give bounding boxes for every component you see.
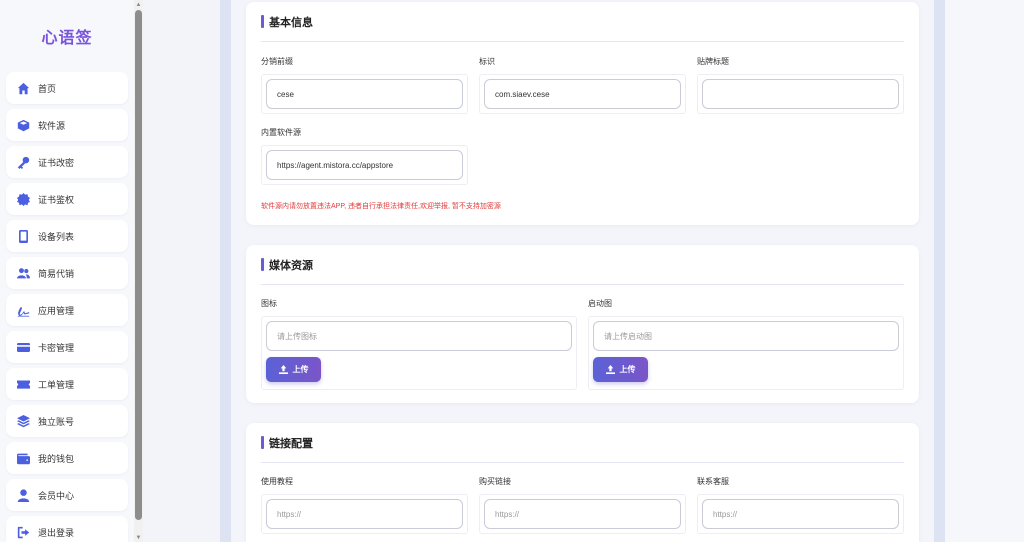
field-prefix: 分销前缀 cese [261, 54, 468, 114]
user-icon [16, 488, 30, 502]
signature-icon [16, 303, 30, 317]
field-label: 使用教程 [261, 477, 293, 486]
sidebar-item-label: 工单管理 [38, 379, 75, 390]
splash-upload-input[interactable]: 请上传启动图 [593, 321, 899, 351]
tutorial-link-input[interactable]: https:// [266, 499, 463, 529]
sidebar-item-label: 简易代销 [38, 268, 75, 279]
icon-upload-button[interactable]: 上传 [266, 357, 321, 382]
app-logo: 心语签 [41, 30, 93, 47]
sidebar-item-label: 证书鉴权 [38, 194, 75, 205]
field-label: 分销前缀 [261, 57, 293, 66]
sidebar-item-cert-auth[interactable]: 证书鉴权 [6, 183, 128, 215]
field-splash-upload: 启动图 请上传启动图 上传 [588, 296, 904, 390]
mobile-icon [16, 229, 30, 243]
key-icon [16, 155, 30, 169]
wallet-icon [16, 451, 30, 465]
sidebar-item-independent-account[interactable]: 独立账号 [6, 405, 128, 437]
certificate-icon [16, 192, 30, 206]
layers-icon [16, 414, 30, 428]
right-background [945, 0, 1024, 542]
section-title-basic-info: 基本信息 [261, 2, 904, 42]
field-box: com.siaev.cese [479, 74, 686, 114]
sidebar-item-label: 应用管理 [38, 305, 75, 316]
sidebar-item-my-wallet[interactable]: 我的钱包 [6, 442, 128, 474]
sidebar-item-label: 会员中心 [38, 490, 75, 501]
field-box: https:// [261, 494, 468, 534]
sidebar-item-member-center[interactable]: 会员中心 [6, 479, 128, 511]
media-card: 媒体资源 图标 请上传图标 上传 启动图 请上传启动图 上传 [246, 245, 919, 403]
icon-upload-input[interactable]: 请上传图标 [266, 321, 572, 351]
sidebar-item-home[interactable]: 首页 [6, 72, 128, 104]
field-purchase: 购买链接 https:// [479, 474, 686, 534]
field-label: 购买链接 [479, 477, 511, 486]
prefix-input[interactable]: cese [266, 79, 463, 109]
field-box: 请上传启动图 上传 [588, 316, 904, 390]
field-icon-upload: 图标 请上传图标 上传 [261, 296, 577, 390]
upload-icon [605, 365, 615, 374]
sidebar-item-simple-resale[interactable]: 简易代销 [6, 257, 128, 289]
section-title-media: 媒体资源 [261, 245, 904, 285]
sidebar: 心语签 首页 软件源 证书改密 证书鉴权 设备列表 简易代销 应用管理 卡密管理… [0, 0, 134, 542]
field-box: 请上传图标 上传 [261, 316, 577, 390]
scroll-down-arrow-icon[interactable]: ▼ [134, 533, 143, 542]
sidebar-item-label: 我的钱包 [38, 453, 75, 464]
scroll-up-arrow-icon[interactable]: ▲ [134, 0, 143, 9]
sidebar-item-device-list[interactable]: 设备列表 [6, 220, 128, 252]
tag-title-input[interactable] [702, 79, 899, 109]
field-label: 标识 [479, 57, 495, 66]
sidebar-nav: 首页 软件源 证书改密 证书鉴权 设备列表 简易代销 应用管理 卡密管理 工单管… [0, 72, 134, 542]
field-label: 联系客服 [697, 477, 729, 486]
field-box: cese [261, 74, 468, 114]
section-title-links: 链接配置 [261, 423, 904, 463]
field-identifier: 标识 com.siaev.cese [479, 54, 686, 114]
field-box: https:// [697, 494, 904, 534]
field-box [697, 74, 904, 114]
sidebar-item-label: 软件源 [38, 120, 66, 131]
sidebar-item-app-management[interactable]: 应用管理 [6, 294, 128, 326]
builtin-source-input[interactable]: https://agent.mistora.cc/appstore [266, 150, 463, 180]
cube-icon [16, 118, 30, 132]
upload-icon [278, 365, 288, 374]
sidebar-item-card-management[interactable]: 卡密管理 [6, 331, 128, 363]
purchase-link-input[interactable]: https:// [484, 499, 681, 529]
field-label: 图标 [261, 299, 277, 308]
field-tutorial: 使用教程 https:// [261, 474, 468, 534]
sidebar-scrollbar[interactable]: ▲ ▼ [134, 0, 143, 542]
field-box: https:// [479, 494, 686, 534]
sidebar-item-label: 退出登录 [38, 527, 75, 538]
field-builtin-source: 内置软件源 https://agent.mistora.cc/appstore [261, 125, 468, 185]
main-content: 基本信息 分销前缀 cese 标识 com.siaev.cese 贴牌标题 内置… [231, 0, 934, 542]
ticket-icon [16, 377, 30, 391]
sidebar-item-label: 设备列表 [38, 231, 75, 242]
source-warning-text: 软件源内请勿放置违法APP, 违者自行承担法律责任,欢迎举报, 暂不支持加密源 [261, 203, 501, 210]
links-card: 链接配置 使用教程 https:// 购买链接 https:// 联系客服 ht… [246, 423, 919, 542]
home-icon [16, 81, 30, 95]
field-label: 内置软件源 [261, 128, 301, 137]
field-label: 启动图 [588, 299, 612, 308]
field-tag-title: 贴牌标题 [697, 54, 904, 114]
sidebar-item-cert-password[interactable]: 证书改密 [6, 146, 128, 178]
scrollbar-thumb[interactable] [135, 10, 142, 520]
identifier-input[interactable]: com.siaev.cese [484, 79, 681, 109]
sidebar-item-ticket-management[interactable]: 工单管理 [6, 368, 128, 400]
support-link-input[interactable]: https:// [702, 499, 899, 529]
main-frame: 基本信息 分销前缀 cese 标识 com.siaev.cese 贴牌标题 内置… [220, 0, 945, 542]
upload-button-label: 上传 [619, 365, 636, 374]
sidebar-item-label: 卡密管理 [38, 342, 75, 353]
field-support: 联系客服 https:// [697, 474, 904, 534]
card-icon [16, 340, 30, 354]
sidebar-item-label: 独立账号 [38, 416, 75, 427]
sidebar-item-label: 首页 [38, 83, 57, 94]
logout-icon [16, 525, 30, 539]
upload-button-label: 上传 [292, 365, 309, 374]
sidebar-item-label: 证书改密 [38, 157, 75, 168]
sidebar-item-software-source[interactable]: 软件源 [6, 109, 128, 141]
users-icon [16, 266, 30, 280]
basic-info-card: 基本信息 分销前缀 cese 标识 com.siaev.cese 贴牌标题 内置… [246, 2, 919, 225]
field-box: https://agent.mistora.cc/appstore [261, 145, 468, 185]
sidebar-item-logout[interactable]: 退出登录 [6, 516, 128, 542]
field-label: 贴牌标题 [697, 57, 729, 66]
splash-upload-button[interactable]: 上传 [593, 357, 648, 382]
